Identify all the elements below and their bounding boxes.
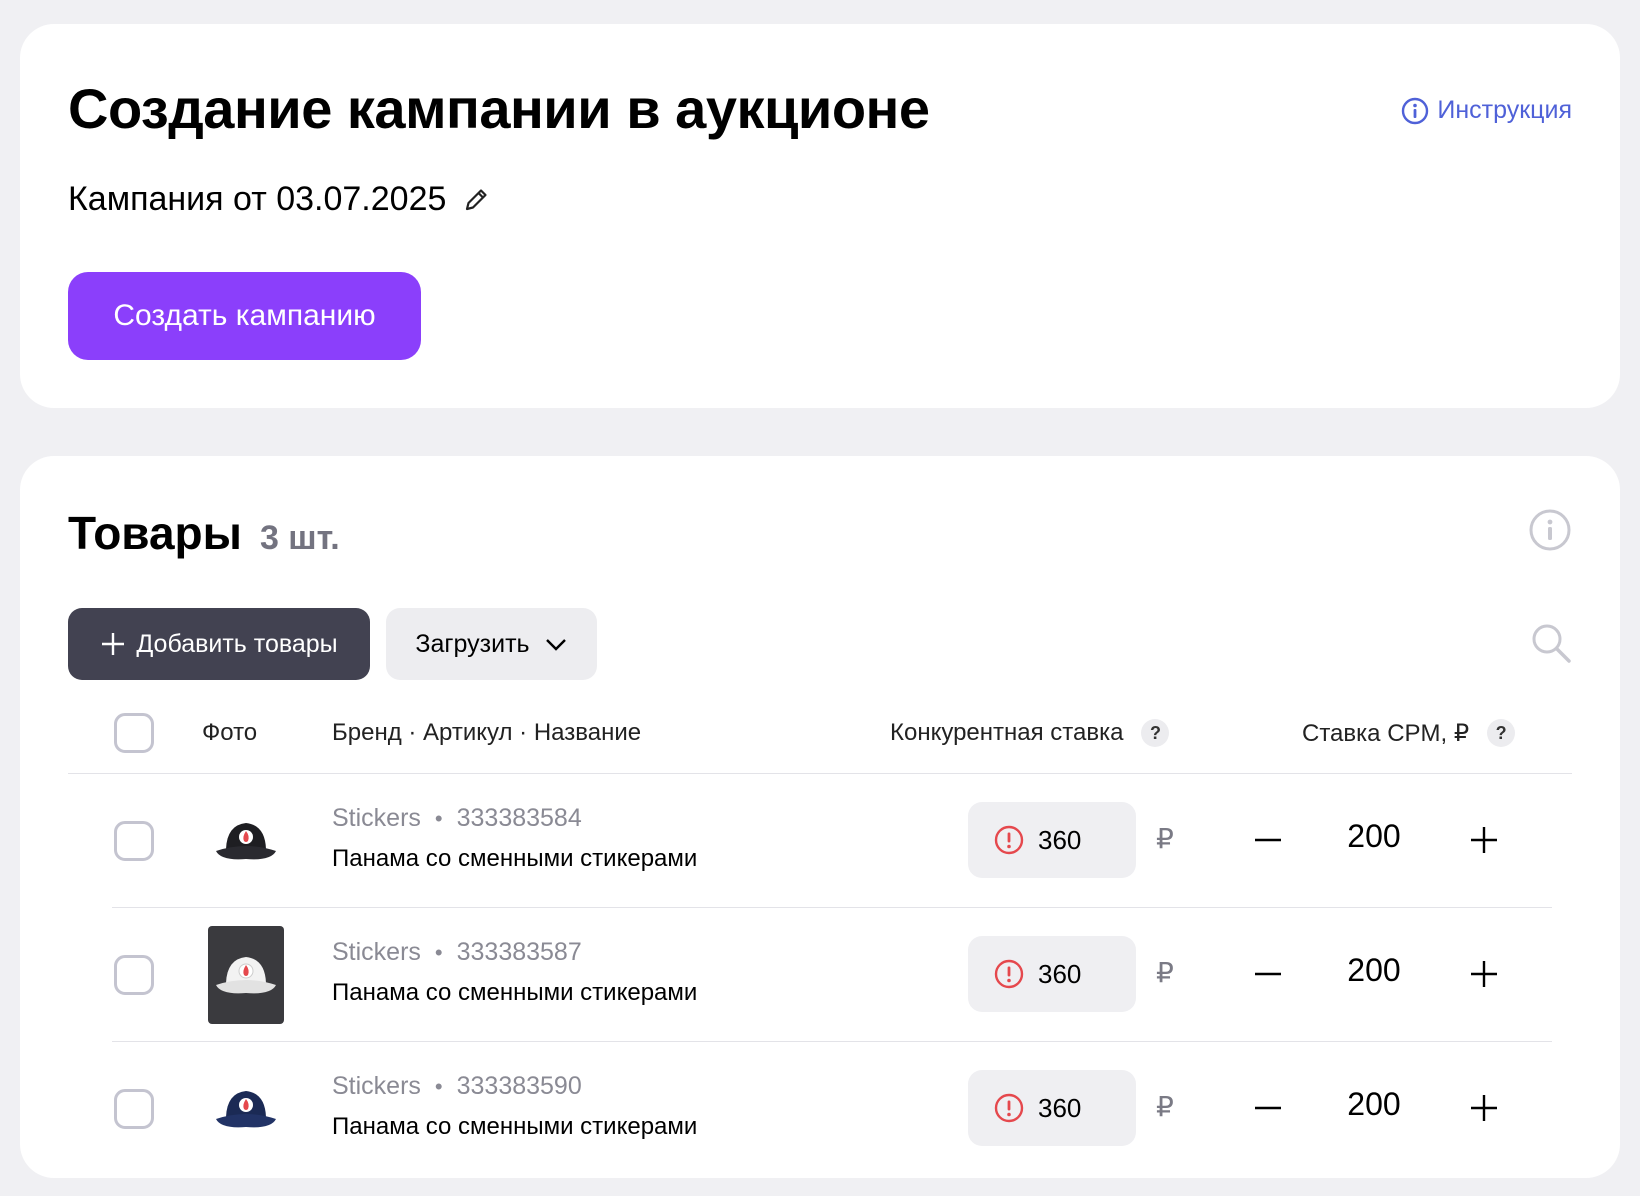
add-goods-label: Добавить товары xyxy=(136,629,338,658)
col-name: Бренд · Артикул · Название xyxy=(332,719,642,746)
currency-label: ₽ xyxy=(1156,957,1174,988)
col-cpm-bid-label: Ставка CPM, ₽ xyxy=(1302,719,1470,747)
hat-navy-image xyxy=(216,1091,276,1128)
page-title: Создание кампании в аукционе xyxy=(68,77,930,140)
competitive-bid: 360 xyxy=(968,936,1136,1012)
table-row: Stickers • 333383584 Панама со сменными … xyxy=(68,774,1572,908)
competitive-bid-value: 360 xyxy=(1038,958,1082,989)
add-goods-button[interactable]: Добавить товары xyxy=(68,608,370,680)
instruction-link-label: Инструкция xyxy=(1437,96,1572,124)
warning-icon xyxy=(994,1093,1024,1123)
cpm-value[interactable]: 200 xyxy=(1304,818,1444,855)
help-icon[interactable]: ? xyxy=(1141,719,1170,747)
warning-icon xyxy=(994,959,1024,989)
hat-white-image xyxy=(216,957,276,994)
increase-button[interactable] xyxy=(1464,1088,1504,1128)
product-meta: Stickers • 333383584 Панама со сменными … xyxy=(332,804,697,873)
select-all-cell xyxy=(114,692,154,774)
instruction-link[interactable]: Инструкция xyxy=(1401,96,1572,125)
product-name: Панама со сменными стикерами xyxy=(332,979,698,1006)
product-meta: Stickers • 333383587 Панама со сменными … xyxy=(332,938,697,1007)
col-photo: Фото xyxy=(202,719,258,746)
decrease-button[interactable] xyxy=(1248,954,1288,994)
competitive-bid-value: 360 xyxy=(1038,1092,1082,1123)
competitive-bid: 360 xyxy=(968,802,1136,878)
currency-label: ₽ xyxy=(1156,823,1174,854)
product-photo xyxy=(208,1060,284,1158)
product-meta: Stickers • 333383590 Панама со сменными … xyxy=(332,1072,697,1141)
load-dropdown-button[interactable]: Загрузить xyxy=(386,608,597,680)
competitive-bid: 360 xyxy=(968,1070,1136,1146)
article: 333383587 xyxy=(456,938,582,966)
chevron-down-icon xyxy=(545,639,566,651)
brand: Stickers xyxy=(332,804,421,832)
product-photo xyxy=(208,926,284,1024)
row-checkbox[interactable] xyxy=(114,955,154,995)
table-row: Stickers • 333383590 Панама со сменными … xyxy=(68,1042,1572,1176)
col-competitive-bid: Конкурентная ставка ? xyxy=(890,692,1170,774)
col-cpm-bid: Ставка CPM, ₽ ? xyxy=(1302,692,1516,774)
warning-icon xyxy=(994,825,1024,855)
product-name: Панама со сменными стикерами xyxy=(332,845,698,872)
campaign-card: Создание кампании в аукционе Инструкция … xyxy=(20,24,1620,408)
article: 333383590 xyxy=(456,1072,582,1100)
article: 333383584 xyxy=(456,804,582,832)
goods-title: Товары xyxy=(68,507,242,559)
product-photo xyxy=(208,792,284,890)
product-name: Панама со сменными стикерами xyxy=(332,1113,698,1140)
cpm-value[interactable]: 200 xyxy=(1304,1086,1444,1123)
search-icon[interactable] xyxy=(1530,622,1572,664)
decrease-button[interactable] xyxy=(1248,1088,1288,1128)
cpm-value[interactable]: 200 xyxy=(1304,952,1444,989)
separator: • xyxy=(434,1073,443,1099)
competitive-bid-value: 360 xyxy=(1038,824,1082,855)
info-icon xyxy=(1402,97,1429,124)
row-checkbox[interactable] xyxy=(114,821,154,861)
help-icon[interactable]: ? xyxy=(1487,719,1516,747)
brand: Stickers xyxy=(332,1072,421,1100)
brand: Stickers xyxy=(332,938,421,966)
table-header: Фото Бренд · Артикул · Название Конкурен… xyxy=(68,692,1572,774)
create-campaign-button[interactable]: Создать кампанию xyxy=(68,272,421,360)
goods-heading: Товары 3 шт. xyxy=(68,506,340,560)
load-label: Загрузить xyxy=(415,629,530,658)
select-all-checkbox[interactable] xyxy=(114,713,154,753)
campaign-name-text: Кампания от 03.07.2025 xyxy=(68,180,447,218)
goods-count: 3 шт. xyxy=(259,519,340,557)
increase-button[interactable] xyxy=(1464,820,1504,860)
plus-icon xyxy=(102,633,125,655)
info-icon[interactable] xyxy=(1528,508,1572,552)
currency-label: ₽ xyxy=(1156,1091,1174,1122)
separator: • xyxy=(434,805,443,831)
row-checkbox[interactable] xyxy=(114,1089,154,1129)
hat-black-image xyxy=(216,823,276,860)
pencil-icon[interactable] xyxy=(462,186,490,214)
separator: • xyxy=(434,939,443,965)
col-competitive-bid-label: Конкурентная ставка xyxy=(890,719,1124,746)
increase-button[interactable] xyxy=(1464,954,1504,994)
decrease-button[interactable] xyxy=(1248,820,1288,860)
campaign-name: Кампания от 03.07.2025 xyxy=(68,180,490,219)
table-row: Stickers • 333383587 Панама со сменными … xyxy=(68,908,1572,1042)
goods-card: Товары 3 шт. Добавить товары Загрузить Ф… xyxy=(20,456,1620,1178)
